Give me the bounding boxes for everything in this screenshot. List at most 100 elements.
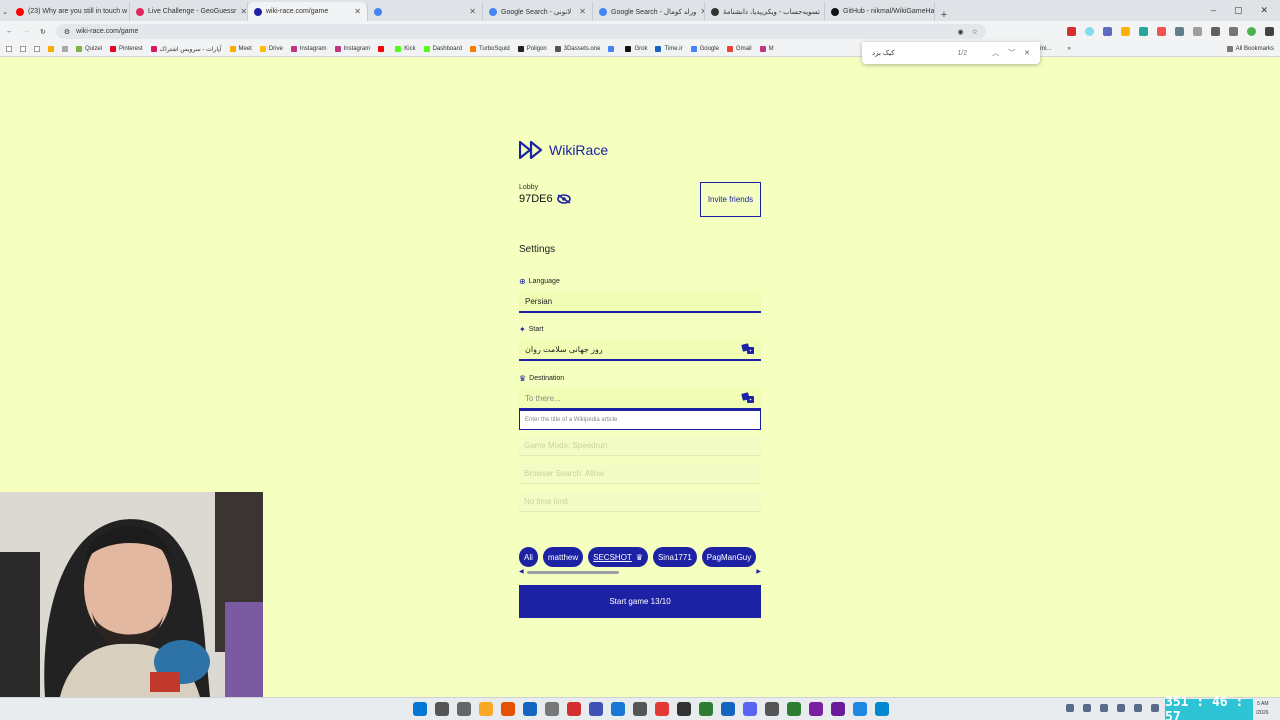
- forward-icon[interactable]: →: [23, 28, 30, 35]
- tray-icon[interactable]: [1134, 704, 1142, 712]
- tab-close-icon[interactable]: ✕: [354, 7, 361, 16]
- extension-icon[interactable]: [1103, 27, 1112, 36]
- bookmark-item[interactable]: Kick: [395, 46, 416, 53]
- minimize-icon[interactable]: –: [1211, 5, 1216, 16]
- extension-icon[interactable]: [1139, 27, 1148, 36]
- destination-article-input[interactable]: To there...: [519, 388, 761, 410]
- extension-icon[interactable]: [1067, 27, 1076, 36]
- taskbar-app-icon[interactable]: [523, 702, 537, 716]
- taskbar-app-icon[interactable]: [457, 702, 471, 716]
- find-close-icon[interactable]: ✕: [1024, 49, 1030, 57]
- destination-search-field[interactable]: Enter the title of a Wikipedia article: [519, 410, 761, 430]
- tray-icon[interactable]: [1083, 704, 1091, 712]
- browser-tab[interactable]: GitHub - nikmal/WikiGameHac✕: [825, 2, 935, 21]
- dice-icon[interactable]: [741, 392, 755, 404]
- bookmark-item[interactable]: Dashboard: [423, 46, 462, 53]
- taskbar-app-icon[interactable]: [765, 702, 779, 716]
- taskbar-app-icon[interactable]: [875, 702, 889, 716]
- eye-off-icon[interactable]: ◉: [957, 28, 963, 36]
- bookmark-item[interactable]: 3Dassets.one: [554, 46, 600, 53]
- window-close-icon[interactable]: ✕: [1260, 5, 1268, 16]
- find-input[interactable]: کیک بزد: [872, 49, 957, 57]
- chevron-right-icon[interactable]: »: [1067, 46, 1070, 52]
- new-tab-button[interactable]: +: [935, 9, 953, 21]
- back-icon[interactable]: ←: [6, 28, 13, 35]
- tray-icon[interactable]: [1117, 704, 1125, 712]
- taskbar-app-icon[interactable]: [501, 702, 515, 716]
- browser-search-select[interactable]: Browser Search: Allow: [519, 464, 761, 484]
- browser-tab[interactable]: ✕: [368, 2, 483, 21]
- taskbar-app-icon[interactable]: [809, 702, 823, 716]
- browser-tab[interactable]: Google Search - لانونی ✕: [483, 2, 593, 21]
- start-game-button[interactable]: Start game 13/10: [519, 585, 761, 618]
- bookmark-item[interactable]: TurboSquid: [469, 46, 510, 53]
- bookmark-item[interactable]: Drive: [259, 46, 283, 53]
- tray-icon[interactable]: [1151, 704, 1159, 712]
- bookmark-item[interactable]: Gmail: [726, 46, 752, 53]
- bookmark-item[interactable]: Instagram: [334, 46, 370, 53]
- all-bookmarks[interactable]: All Bookmarks: [1226, 46, 1274, 52]
- scroll-left-icon[interactable]: ◀: [519, 568, 524, 575]
- bookmark-item[interactable]: Time.ir: [655, 46, 683, 53]
- taskbar-app-icon[interactable]: [567, 702, 581, 716]
- taskbar-app-icon[interactable]: [611, 702, 625, 716]
- taskbar-app-icon[interactable]: [435, 702, 449, 716]
- language-select[interactable]: Persian: [519, 291, 761, 313]
- taskbar-app-icon[interactable]: [655, 702, 669, 716]
- sidebar-icon[interactable]: [1229, 27, 1238, 36]
- find-next-icon[interactable]: ﹀: [1008, 48, 1015, 58]
- player-chip[interactable]: Sina1771: [652, 547, 697, 567]
- bookmark-item[interactable]: Instagram: [290, 46, 327, 53]
- find-previous-icon[interactable]: ︿: [992, 48, 999, 58]
- taskbar-app-icon[interactable]: [589, 702, 603, 716]
- bookmark-item[interactable]: Grok: [625, 46, 647, 53]
- scroll-right-icon[interactable]: ▶: [756, 568, 761, 575]
- browser-tab[interactable]: wiki-race.com/game ✕: [248, 2, 368, 21]
- bookmark-item[interactable]: [608, 46, 617, 53]
- apps-icon[interactable]: [34, 46, 40, 52]
- extension-icon[interactable]: [1157, 27, 1166, 36]
- taskbar-app-icon[interactable]: [787, 702, 801, 716]
- player-chip[interactable]: PagManGuy: [701, 547, 757, 567]
- player-list-scrollbar[interactable]: ◀ ▶: [519, 568, 761, 575]
- browser-tab[interactable]: (23) Why are you still in touch w✕: [10, 2, 130, 21]
- eye-off-icon[interactable]: [556, 194, 571, 204]
- time-limit-select[interactable]: No time limit: [519, 492, 761, 512]
- player-chip[interactable]: Ali: [519, 547, 538, 567]
- tray-icon[interactable]: [1100, 704, 1108, 712]
- browser-tab[interactable]: تسویه‌حساب - ویکی‌پدیا، دانشنامهٔ✕: [705, 2, 825, 21]
- start-article-input[interactable]: روز جهانی سلامت روان: [519, 339, 761, 361]
- apps-icon[interactable]: [20, 46, 26, 52]
- extension-icon[interactable]: [1085, 27, 1094, 36]
- bookmark-star-icon[interactable]: ☆: [972, 28, 978, 36]
- taskbar-app-icon[interactable]: [853, 702, 867, 716]
- puzzle-icon[interactable]: [1175, 27, 1184, 36]
- dice-icon[interactable]: [741, 343, 755, 355]
- tab-close-icon[interactable]: ✕: [469, 7, 476, 16]
- tab-close-icon[interactable]: ✕: [240, 7, 247, 16]
- key-icon[interactable]: [1193, 27, 1202, 36]
- download-icon[interactable]: [1211, 27, 1220, 36]
- taskbar-app-icon[interactable]: [721, 702, 735, 716]
- bookmark-item[interactable]: آپارات - سرویس اشتراک: [150, 46, 222, 53]
- menu-icon[interactable]: [1265, 27, 1274, 36]
- folder-icon[interactable]: [48, 46, 54, 52]
- bookmark-item[interactable]: Pinterest: [110, 46, 143, 53]
- bookmark-item[interactable]: Meet: [229, 46, 252, 53]
- taskbar-app-icon[interactable]: [479, 702, 493, 716]
- taskbar-app-icon[interactable]: [545, 702, 559, 716]
- taskbar-app-icon[interactable]: [677, 702, 691, 716]
- apps-icon[interactable]: [6, 46, 12, 52]
- game-mode-select[interactable]: Game Mode: Speedrun: [519, 436, 761, 456]
- grid-icon[interactable]: [62, 46, 68, 52]
- taskbar-app-icon[interactable]: [743, 702, 757, 716]
- browser-tab[interactable]: Live Challenge - GeoGuessr ✕: [130, 2, 248, 21]
- reload-icon[interactable]: ↻: [40, 28, 46, 36]
- extension-icon[interactable]: [1121, 27, 1130, 36]
- taskbar-app-icon[interactable]: [633, 702, 647, 716]
- bookmark-item[interactable]: Poligon: [517, 46, 547, 53]
- browser-tab[interactable]: Google Search - ورلد کومال✕: [593, 2, 705, 21]
- player-chip[interactable]: SECSHOT ♛: [588, 547, 648, 567]
- site-info-icon[interactable]: ⚙: [64, 28, 70, 36]
- url-bar[interactable]: ⚙ wiki-race.com/game ◉ ☆: [55, 24, 986, 39]
